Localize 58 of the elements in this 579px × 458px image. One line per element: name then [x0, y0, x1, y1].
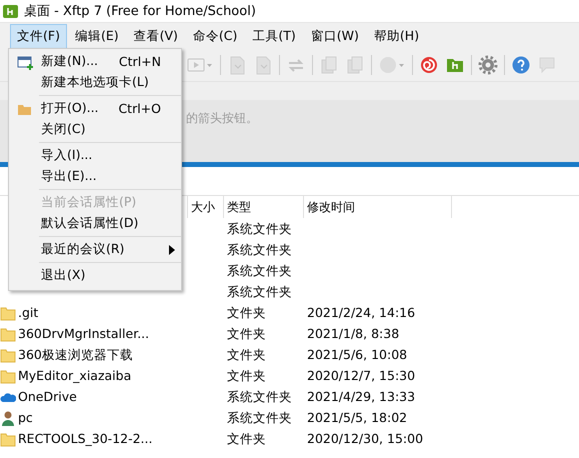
- modified-date: 2021/4/29, 13:33: [306, 388, 416, 406]
- menu-option[interactable]: 退出(X): [9, 265, 181, 286]
- file-name[interactable]: RECTOOLS_30-12-2...: [18, 428, 152, 449]
- modified-date: 2020/12/7, 15:30: [306, 367, 416, 385]
- menu-item[interactable]: 窗口(W): [304, 24, 366, 49]
- file-type: 系统文件夹: [226, 220, 293, 238]
- swirl-icon[interactable]: [419, 55, 439, 75]
- app-logo-icon: [3, 4, 18, 18]
- menu-option[interactable]: 最近的会议(R): [9, 239, 181, 260]
- menu-item[interactable]: 帮助(H): [366, 24, 426, 49]
- menu-option[interactable]: 导入(I)...: [9, 145, 181, 166]
- menu-option[interactable]: 新建本地选项卡(L): [9, 72, 181, 93]
- file-name[interactable]: MyEditor_xiazaiba: [18, 365, 132, 386]
- hint-message: 的箭头按钮。: [186, 110, 258, 127]
- menu-option[interactable]: 打开(O)... Ctrl+O: [9, 98, 181, 119]
- file-name[interactable]: .git: [18, 302, 38, 323]
- file-name[interactable]: 360极速浏览器下载: [18, 344, 133, 365]
- file-type: 系统文件夹: [226, 241, 293, 259]
- menu-item[interactable]: 文件(F): [10, 24, 67, 49]
- modified-date: 2021/5/5, 18:02: [306, 409, 408, 427]
- submenu-arrow-icon: [169, 245, 175, 255]
- file-type: 文件夹: [226, 346, 267, 364]
- menu-option[interactable]: 导出(E)...: [9, 166, 181, 187]
- file-type: 系统文件夹: [226, 262, 293, 280]
- modified-date: 2020/12/30, 15:00: [306, 430, 424, 448]
- file-type: 文件夹: [226, 367, 267, 385]
- file-type: 文件夹: [226, 430, 267, 448]
- folder-icon: [0, 430, 16, 446]
- menu-option[interactable]: 关闭(C): [9, 119, 181, 140]
- modified-date: 2021/2/24, 14:16: [306, 304, 416, 322]
- modified-date: 2021/1/8, 8:38: [306, 325, 400, 343]
- folder-icon: [0, 304, 16, 320]
- file-name[interactable]: OneDrive: [18, 386, 77, 407]
- new-window-icon: [17, 54, 33, 70]
- folder-icon: [0, 346, 16, 362]
- menu-item[interactable]: 命令(C): [186, 24, 244, 49]
- file-type: 文件夹: [226, 325, 267, 343]
- folder-icon: [0, 368, 16, 384]
- file-type: 文件夹: [226, 304, 267, 322]
- help-icon[interactable]: [511, 55, 531, 75]
- modified-date: 2021/5/6, 10:08: [306, 346, 408, 364]
- window-title: 桌面 - Xftp 7 (Free for Home/School): [24, 3, 256, 20]
- menu-option[interactable]: 新建(N)... Ctrl+N: [9, 51, 181, 72]
- file-type: 系统文件夹: [226, 388, 293, 406]
- settings-icon[interactable]: [478, 55, 498, 75]
- column-header[interactable]: 类型: [224, 195, 304, 218]
- file-type: 系统文件夹: [226, 283, 293, 301]
- file-name[interactable]: pc: [18, 407, 33, 428]
- file-type: 系统文件夹: [226, 409, 293, 427]
- user-icon: [0, 410, 16, 426]
- menu-option[interactable]: 默认会话属性(D): [9, 213, 181, 234]
- menu-item[interactable]: 编辑(E): [68, 24, 126, 49]
- folder-icon: [0, 326, 16, 342]
- menu-item[interactable]: 查看(V): [126, 24, 185, 49]
- column-header[interactable]: 大小: [188, 195, 224, 218]
- column-header[interactable]: 修改时间: [304, 195, 452, 218]
- menu-item[interactable]: 工具(T): [245, 24, 303, 49]
- file-name[interactable]: 360DrvMgrInstaller...: [18, 323, 150, 344]
